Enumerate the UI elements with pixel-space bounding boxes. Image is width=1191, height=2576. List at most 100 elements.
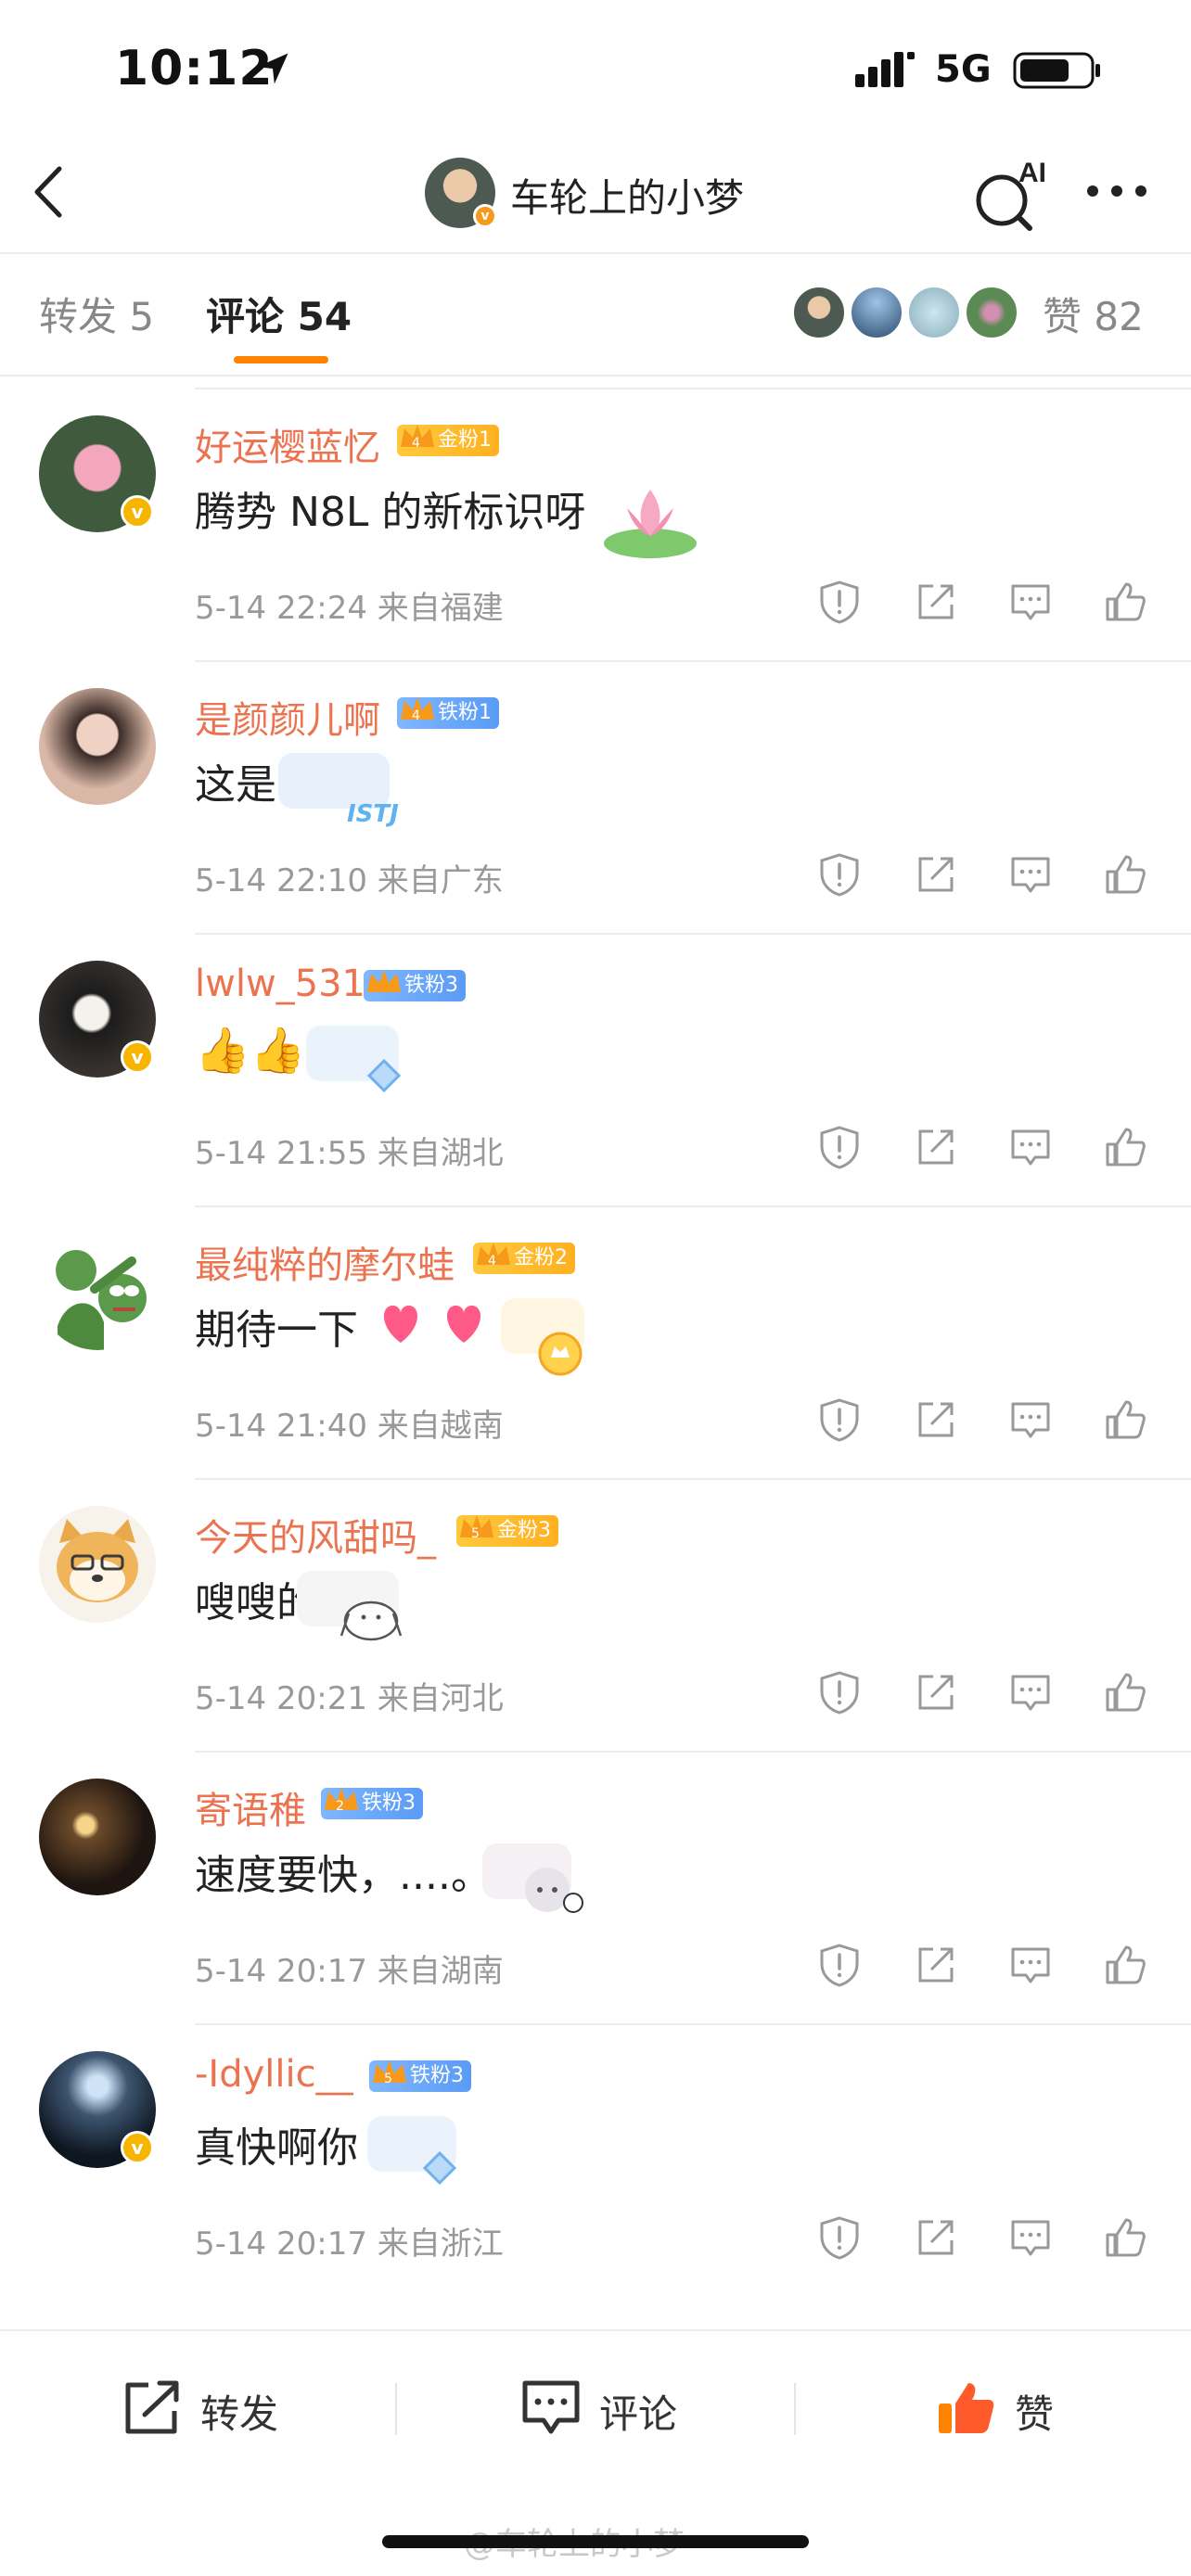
reply-icon[interactable] [1007, 1942, 1054, 1988]
commenter-name[interactable]: 最纯粹的摩尔蛙 [195, 1235, 455, 1289]
comment-icon [522, 2380, 580, 2434]
fan-badge-label: 金粉3 [497, 1519, 551, 1542]
network-type: 5G [935, 48, 992, 91]
comment-item[interactable]: v -Idyllic__ 5 铁粉3 真快啊你 5-14 20:17 来自浙江 [0, 2025, 1191, 2298]
page-title[interactable]: 车轮上的小梦 [510, 167, 744, 223]
comment-label: 评论 [599, 2391, 678, 2437]
report-icon[interactable] [816, 579, 863, 625]
repost-icon [125, 2380, 179, 2434]
like-icon[interactable] [1102, 1669, 1148, 1715]
bottom-divider [794, 2383, 796, 2435]
liker-avatars[interactable] [792, 286, 1024, 341]
reply-icon[interactable] [1007, 2214, 1054, 2261]
comment-text: 👍👍 [195, 1025, 306, 1077]
liker-avatar [965, 286, 1018, 339]
battery-icon [1013, 52, 1100, 89]
home-indicator[interactable] [382, 2535, 809, 2548]
comment-text: 腾势 N8L 的新标识呀 [195, 489, 586, 536]
commenter-name[interactable]: 是颜颜儿啊 [195, 690, 380, 744]
tab-repost[interactable]: 转发 5 [39, 286, 154, 342]
tabs-bar: 转发 5 评论 54 赞 82 [0, 254, 1191, 375]
comment-item[interactable]: 寄语稚 2 铁粉3 速度要快，....。 5-14 20:17 来自湖南 [0, 1753, 1191, 2025]
commenter-avatar[interactable] [39, 688, 156, 805]
like-icon[interactable] [1102, 851, 1148, 898]
reply-icon[interactable] [1007, 1396, 1054, 1443]
diamond-sticker [367, 2116, 457, 2186]
comment-text: 真快啊你 [195, 2124, 358, 2172]
commenter-avatar[interactable] [39, 1233, 156, 1350]
report-icon[interactable] [816, 851, 863, 898]
reply-icon[interactable] [1007, 579, 1054, 625]
fan-badge: 5 铁粉3 [369, 2060, 471, 2092]
more-icon[interactable] [1083, 172, 1150, 210]
frog-avatar-icon [56, 1250, 147, 1350]
comment-meta: 5-14 20:17 来自浙江 [195, 2225, 504, 2263]
commenter-avatar[interactable] [39, 1506, 156, 1623]
tab-like[interactable]: 赞 82 [1043, 286, 1144, 342]
comment-item[interactable]: v lwlw_531 铁粉3 👍👍 5-14 21:55 来自湖北 [0, 935, 1191, 1207]
share-icon[interactable] [913, 1124, 959, 1170]
crown-icon: 4 [477, 1243, 510, 1269]
crown-icon: 5 [460, 1515, 493, 1541]
share-icon[interactable] [913, 579, 959, 625]
like-icon[interactable] [1102, 579, 1148, 625]
comment-meta: 5-14 21:55 来自湖北 [195, 1135, 504, 1172]
commenter-name[interactable]: -Idyllic__ [195, 2053, 353, 2096]
commenter-avatar[interactable] [39, 1779, 156, 1895]
comment-meta: 5-14 22:24 来自福建 [195, 590, 504, 627]
nav-bar: v 车轮上的小梦 AI [0, 139, 1191, 250]
share-icon[interactable] [913, 1396, 959, 1443]
ai-label: AI [1018, 158, 1046, 188]
reply-icon[interactable] [1007, 1124, 1054, 1170]
fan-badge-label: 铁粉1 [438, 701, 492, 724]
commenter-name[interactable]: lwlw_531 [195, 963, 365, 1005]
comment-text: 速度要快，....。 [195, 1852, 492, 1899]
commenter-name[interactable]: 好运樱蓝忆 [195, 417, 380, 471]
commenter-name[interactable]: 今天的风甜吗_ [195, 1508, 436, 1562]
svg-text:ISTJ: ISTJ [347, 800, 399, 828]
fan-badge: 4 铁粉1 [397, 697, 499, 729]
hearts-icon [383, 1305, 481, 1343]
like-icon[interactable] [1102, 1124, 1148, 1170]
comment-meta: 5-14 22:10 来自广东 [195, 862, 504, 899]
comment-meta: 5-14 20:21 来自河北 [195, 1680, 504, 1717]
fan-badge: 5 金粉3 [456, 1515, 558, 1547]
lotus-sticker [604, 490, 697, 558]
comment-button[interactable]: 评论 [521, 2374, 707, 2439]
tab-comment[interactable]: 评论 54 [206, 286, 352, 342]
comment-item[interactable]: 是颜颜儿啊 4 铁粉1 这是啥 ISTJ 5-14 22:10 来自广东 [0, 662, 1191, 935]
reply-icon[interactable] [1007, 851, 1054, 898]
comment-item[interactable]: 最纯粹的摩尔蛙 4 金粉2 期待一下 5-14 21:40 来自越南 [0, 1207, 1191, 1480]
bottom-divider [395, 2383, 397, 2435]
report-icon[interactable] [816, 2214, 863, 2261]
like-button[interactable]: 赞 [937, 2374, 1095, 2439]
dog-sticker [297, 1571, 403, 1641]
anime-girl-sticker [482, 1843, 583, 1913]
report-icon[interactable] [816, 1396, 863, 1443]
like-filled-icon [939, 2383, 994, 2433]
ai-search-icon[interactable]: AI [972, 154, 1046, 232]
share-icon[interactable] [913, 1942, 959, 1988]
like-icon[interactable] [1102, 1396, 1148, 1443]
comment-item[interactable]: 今天的风甜吗_ 5 金粉3 嗖嗖的 5-14 20:21 来自河北 [0, 1480, 1191, 1753]
repost-button[interactable]: 转发 [122, 2374, 308, 2439]
back-icon[interactable] [26, 159, 72, 224]
istj-sticker: ISTJ [278, 753, 399, 828]
share-icon[interactable] [913, 851, 959, 898]
active-tab-indicator [234, 356, 328, 363]
comment-item[interactable]: v 好运樱蓝忆 4 金粉1 腾势 N8L 的新标识呀 5-14 22:24 来自… [0, 389, 1191, 662]
bottom-action-bar: 转发 评论 赞 [0, 2329, 1191, 2487]
report-icon[interactable] [816, 1124, 863, 1170]
crown-icon [367, 970, 401, 992]
share-icon[interactable] [913, 2214, 959, 2261]
report-icon[interactable] [816, 1669, 863, 1715]
report-icon[interactable] [816, 1942, 863, 1988]
share-icon[interactable] [913, 1669, 959, 1715]
reply-icon[interactable] [1007, 1669, 1054, 1715]
commenter-name[interactable]: 寄语稚 [195, 1780, 306, 1834]
fan-badge: 2 铁粉3 [321, 1788, 423, 1819]
verified-badge: v [121, 2131, 154, 2164]
like-label: 赞 [1015, 2391, 1055, 2437]
like-icon[interactable] [1102, 1942, 1148, 1988]
like-icon[interactable] [1102, 2214, 1148, 2261]
